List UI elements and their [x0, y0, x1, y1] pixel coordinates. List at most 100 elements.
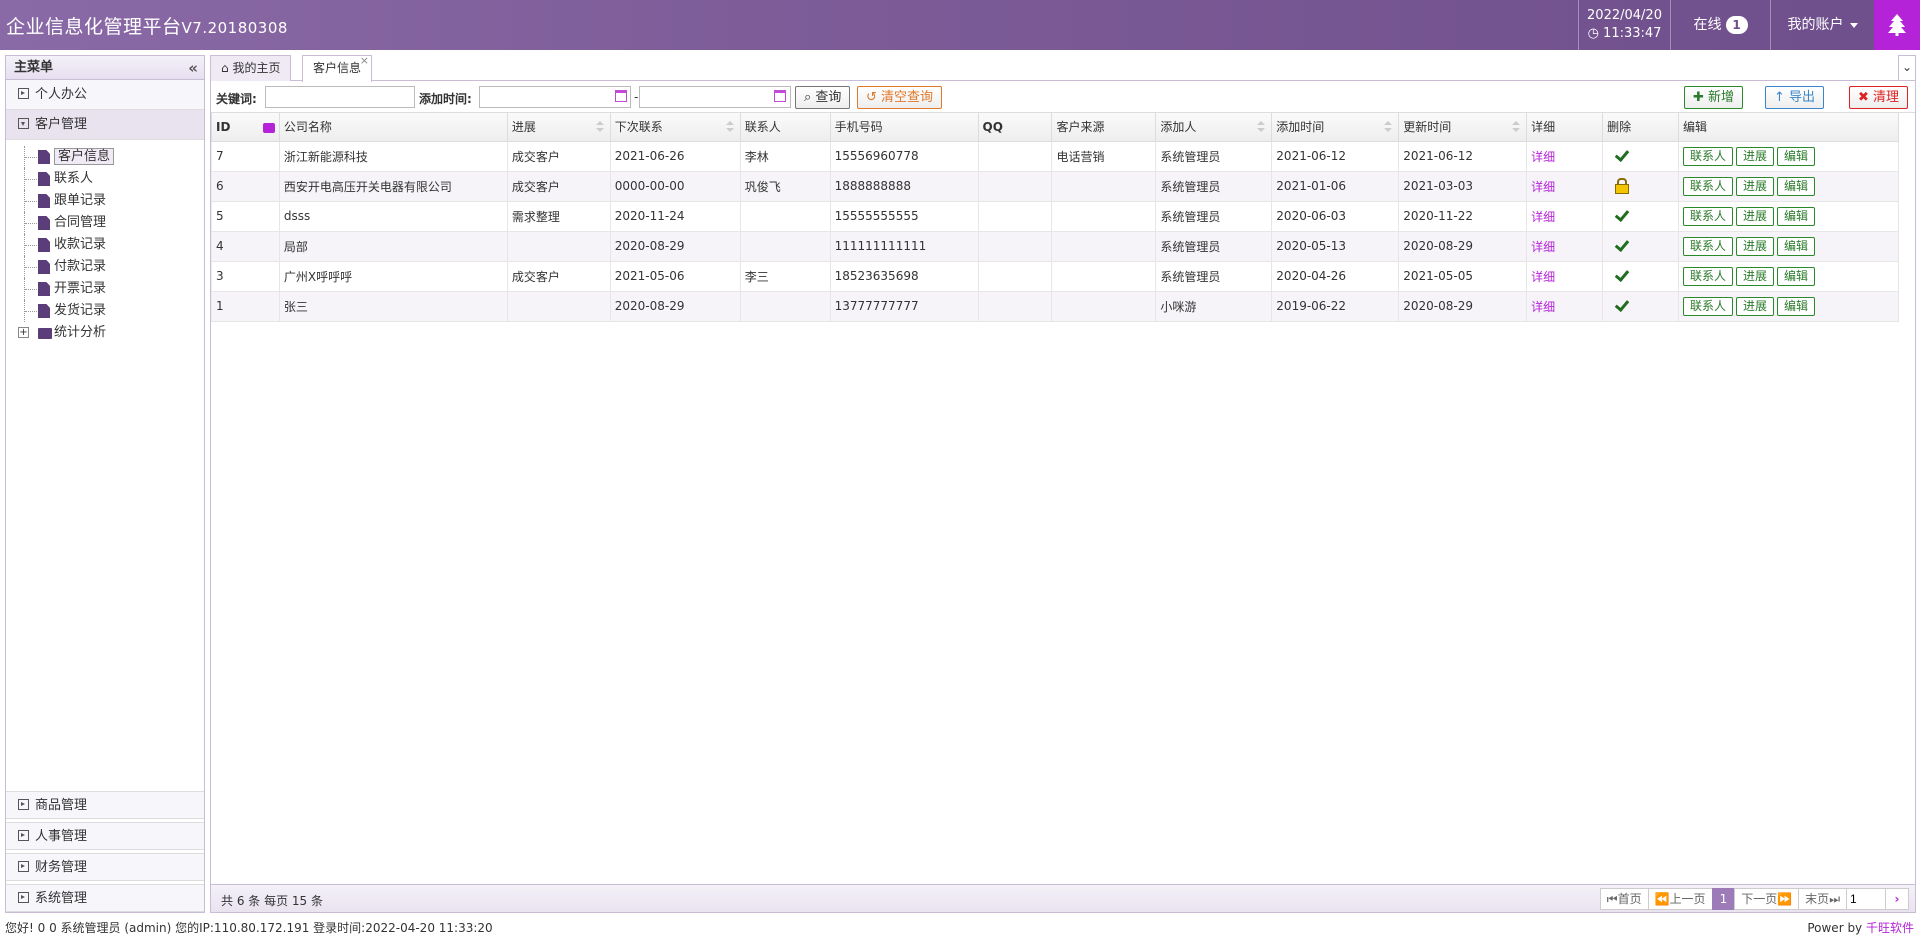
tree-item-followup[interactable]: 跟单记录: [20, 190, 204, 212]
current-page[interactable]: 1: [1711, 888, 1736, 910]
sidebar-section-hr[interactable]: 人事管理: [6, 822, 204, 850]
progress-button[interactable]: 进展: [1736, 266, 1775, 286]
contact-button[interactable]: 联系人: [1682, 176, 1733, 196]
tree-item-customer-info[interactable]: 客户信息: [20, 146, 204, 168]
sidebar-section-goods[interactable]: 商品管理: [6, 791, 204, 819]
end-date-input[interactable]: [639, 86, 791, 108]
start-date-input[interactable]: [479, 86, 631, 108]
cell-company: dsss: [278, 200, 508, 232]
search-icon: ⌕: [804, 90, 812, 105]
col-next-contact[interactable]: 下次联系: [609, 113, 741, 142]
calendar-icon[interactable]: [774, 90, 786, 102]
keyword-input[interactable]: [265, 86, 415, 108]
tree-line: [24, 300, 40, 322]
tree-item-contracts[interactable]: 合同管理: [20, 212, 204, 234]
sort-icon: [1384, 121, 1393, 132]
table-row: 6 西安开电高压开关电器有限公司 成交客户 0000-00-00 巩俊飞 18888888…: [211, 170, 1900, 202]
col-source[interactable]: 客户来源: [1051, 113, 1157, 142]
progress-button[interactable]: 进展: [1736, 206, 1775, 226]
expand-plus-icon[interactable]: +: [18, 327, 29, 338]
col-phone[interactable]: 手机号码: [829, 113, 979, 142]
tree-item-payments[interactable]: 付款记录: [20, 256, 204, 278]
search-button[interactable]: ⌕ 查询: [795, 86, 851, 109]
col-adder[interactable]: 添加人: [1155, 113, 1273, 142]
col-qq[interactable]: QQ: [977, 113, 1053, 142]
search-toolbar: 关键词: 添加时间: - ⌕ 查询 ↺ 清空查询 ✚ 新增 ↑ 导出 ✖ 清理: [211, 81, 1915, 113]
detail-link[interactable]: 详细: [1526, 170, 1604, 202]
check-icon[interactable]: [1615, 208, 1629, 222]
vendor-link[interactable]: 千旺软件: [1866, 921, 1914, 935]
contact-button[interactable]: 联系人: [1682, 266, 1733, 286]
cell-actions: 联系人 进展 编辑: [1677, 290, 1900, 322]
section-label: 客户管理: [35, 117, 88, 132]
detail-link[interactable]: 详细: [1526, 230, 1604, 262]
edit-button[interactable]: 编辑: [1777, 296, 1816, 316]
sidebar-section-system[interactable]: 系统管理: [6, 884, 204, 912]
sidebar-section-office[interactable]: 个人办公: [6, 80, 204, 110]
progress-button[interactable]: 进展: [1736, 296, 1775, 316]
detail-link[interactable]: 详细: [1526, 260, 1604, 292]
sidebar-section-customer[interactable]: 客户管理: [6, 110, 204, 140]
date-separator: -: [634, 90, 639, 104]
detail-link[interactable]: 详细: [1526, 290, 1604, 322]
progress-button[interactable]: 进展: [1736, 146, 1775, 166]
first-page-button[interactable]: ⏮首页: [1599, 888, 1649, 910]
col-updated[interactable]: 更新时间: [1398, 113, 1528, 142]
lock-icon[interactable]: [1615, 177, 1630, 194]
contact-button[interactable]: 联系人: [1682, 146, 1733, 166]
edit-button[interactable]: 编辑: [1777, 206, 1816, 226]
tree-item-statistics[interactable]: + 统计分析: [18, 322, 204, 344]
cell-updated: 2021-03-03: [1398, 170, 1528, 202]
go-page-button[interactable]: ›: [1885, 888, 1909, 910]
col-id[interactable]: ID: [211, 113, 280, 142]
check-icon[interactable]: [1615, 148, 1629, 162]
prev-page-button[interactable]: ⏪上一页: [1647, 888, 1713, 910]
tree-item-contacts[interactable]: 联系人: [20, 168, 204, 190]
cell-actions: 联系人 进展 编辑: [1677, 260, 1900, 292]
export-button[interactable]: ↑ 导出: [1765, 86, 1825, 109]
collapse-sidebar-icon[interactable]: «: [188, 56, 198, 80]
progress-button[interactable]: 进展: [1736, 176, 1775, 196]
tab-menu-button[interactable]: ⌄: [1898, 55, 1916, 81]
check-icon[interactable]: [1615, 268, 1629, 282]
theme-tree-button[interactable]: [1874, 0, 1920, 50]
col-added[interactable]: 添加时间: [1271, 113, 1400, 142]
add-button[interactable]: ✚ 新增: [1684, 86, 1744, 109]
progress-button[interactable]: 进展: [1736, 236, 1775, 256]
col-progress[interactable]: 进展: [506, 113, 611, 142]
tree-item-label: 付款记录: [54, 259, 107, 274]
col-contact[interactable]: 联系人: [739, 113, 831, 142]
last-page-button[interactable]: 末页⏭: [1798, 888, 1847, 910]
edit-button[interactable]: 编辑: [1777, 236, 1816, 256]
tab-customer-info[interactable]: 客户信息 ×: [302, 54, 373, 82]
purge-button[interactable]: ✖ 清理: [1849, 86, 1909, 109]
calendar-icon[interactable]: [615, 90, 627, 102]
contact-button[interactable]: 联系人: [1682, 206, 1733, 226]
my-account-dropdown[interactable]: 我的账户: [1770, 0, 1874, 50]
cell-progress: 成交客户: [506, 170, 611, 202]
online-users-button[interactable]: 在线 1: [1670, 0, 1770, 50]
tree-item-receipts[interactable]: 收款记录: [20, 234, 204, 256]
undo-icon: ↺: [866, 90, 877, 105]
tree-item-shipping[interactable]: 发货记录: [20, 300, 204, 322]
detail-link[interactable]: 详细: [1526, 200, 1604, 232]
sidebar-section-finance[interactable]: 财务管理: [6, 853, 204, 881]
next-page-button[interactable]: 下一页⏩: [1734, 888, 1800, 910]
col-company[interactable]: 公司名称: [278, 113, 508, 142]
clear-search-button[interactable]: ↺ 清空查询: [857, 86, 943, 109]
cell-contact: [739, 230, 831, 262]
edit-button[interactable]: 编辑: [1777, 266, 1816, 286]
edit-button[interactable]: 编辑: [1777, 176, 1816, 196]
check-icon[interactable]: [1615, 238, 1629, 252]
top-header: 企业信息化管理平台V7.20180308 2022/04/20 ◷ 11:33:…: [0, 0, 1920, 50]
tree-item-invoices[interactable]: 开票记录: [20, 278, 204, 300]
button-label: 下一页: [1741, 892, 1778, 906]
tab-home[interactable]: ⌂ 我的主页: [210, 55, 292, 81]
page-number-input[interactable]: [1846, 888, 1886, 910]
contact-button[interactable]: 联系人: [1682, 236, 1733, 256]
detail-link[interactable]: 详细: [1526, 140, 1604, 172]
contact-button[interactable]: 联系人: [1682, 296, 1733, 316]
edit-button[interactable]: 编辑: [1777, 146, 1816, 166]
close-tab-icon[interactable]: ×: [360, 49, 369, 73]
check-icon[interactable]: [1615, 298, 1629, 312]
